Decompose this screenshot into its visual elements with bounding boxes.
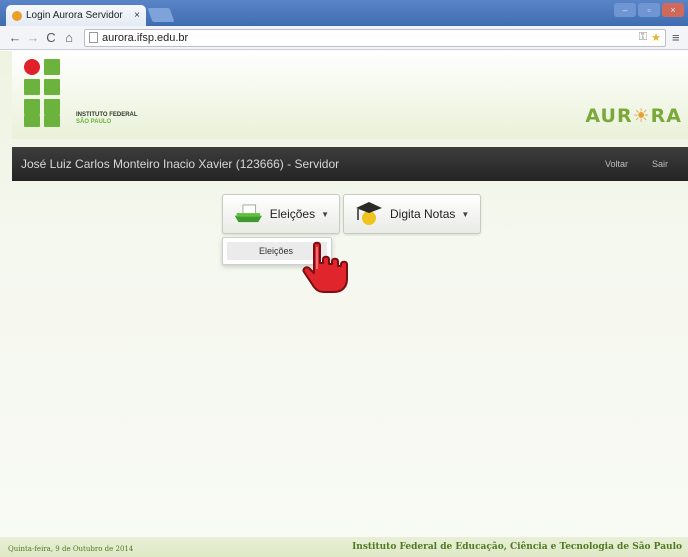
elections-menu-label: Eleições [269, 207, 316, 221]
page-icon [89, 32, 98, 43]
app-header: INSTITUTO FEDERAL SÃO PAULO AUR☀RA [12, 51, 688, 139]
sun-icon: ☀ [632, 105, 651, 127]
aurora-logo-left: AUR [585, 105, 633, 127]
browser-toolbar: ← → C ⌂ aurora.ifsp.edu.br ⚿ ★ ≡ [0, 26, 688, 50]
bookmark-star-icon[interactable]: ★ [651, 31, 661, 44]
aurora-logo: AUR☀RA [585, 105, 682, 127]
ballot-box-icon [234, 204, 262, 223]
home-icon[interactable]: ⌂ [60, 30, 78, 45]
reload-icon[interactable]: C [42, 30, 60, 45]
forward-arrow-icon[interactable]: → [24, 30, 42, 45]
minimize-button[interactable]: – [614, 3, 636, 17]
grades-menu-label: Digita Notas [390, 207, 456, 221]
browser-menu-icon[interactable]: ≡ [672, 30, 680, 45]
address-url: aurora.ifsp.edu.br [102, 31, 189, 44]
footer-date: Quinta-feira, 9 de Outubro de 2014 [8, 545, 134, 553]
aurora-favicon-icon [12, 10, 22, 21]
window-controls: – ▫ × [614, 3, 684, 17]
back-arrow-icon[interactable]: ← [6, 30, 24, 45]
tab-title: Login Aurora Servidor [26, 10, 123, 21]
chevron-down-icon: ▼ [461, 209, 470, 219]
new-tab-button[interactable] [147, 8, 175, 22]
graduation-cap-icon [356, 202, 382, 225]
back-link[interactable]: Voltar [605, 159, 628, 169]
chevron-down-icon: ▼ [321, 209, 329, 219]
maximize-button[interactable]: ▫ [638, 3, 660, 17]
user-label: José Luiz Carlos Monteiro Inacio Xavier … [21, 157, 340, 171]
institute-name-line1: INSTITUTO FEDERAL [76, 112, 138, 118]
elections-menu-button[interactable]: Eleições ▼ [222, 194, 340, 234]
institute-name-line2: SÃO PAULO [76, 119, 112, 125]
logo-red-dot [24, 59, 40, 75]
key-icon[interactable]: ⚿ [639, 31, 647, 44]
aurora-logo-right: RA [650, 105, 682, 127]
browser-tab[interactable]: Login Aurora Servidor × [6, 5, 146, 26]
close-window-button[interactable]: × [662, 3, 684, 17]
address-bar[interactable]: aurora.ifsp.edu.br ⚿ ★ [84, 28, 666, 47]
page-footer: Quinta-feira, 9 de Outubro de 2014 Insti… [0, 537, 688, 557]
exit-link[interactable]: Sair [652, 159, 668, 169]
browser-titlebar: Login Aurora Servidor × – ▫ × [0, 0, 688, 26]
footer-institution: Instituto Federal de Educação, Ciência e… [352, 542, 682, 552]
page-body: INSTITUTO FEDERAL SÃO PAULO AUR☀RA José … [0, 51, 688, 557]
hand-pointer-icon [302, 241, 348, 293]
institute-name: INSTITUTO FEDERAL SÃO PAULO [76, 112, 138, 126]
user-bar: José Luiz Carlos Monteiro Inacio Xavier … [12, 147, 688, 181]
tab-close-icon[interactable]: × [134, 10, 140, 21]
grades-menu-button[interactable]: Digita Notas ▼ [343, 194, 481, 234]
institute-logo [24, 59, 84, 129]
